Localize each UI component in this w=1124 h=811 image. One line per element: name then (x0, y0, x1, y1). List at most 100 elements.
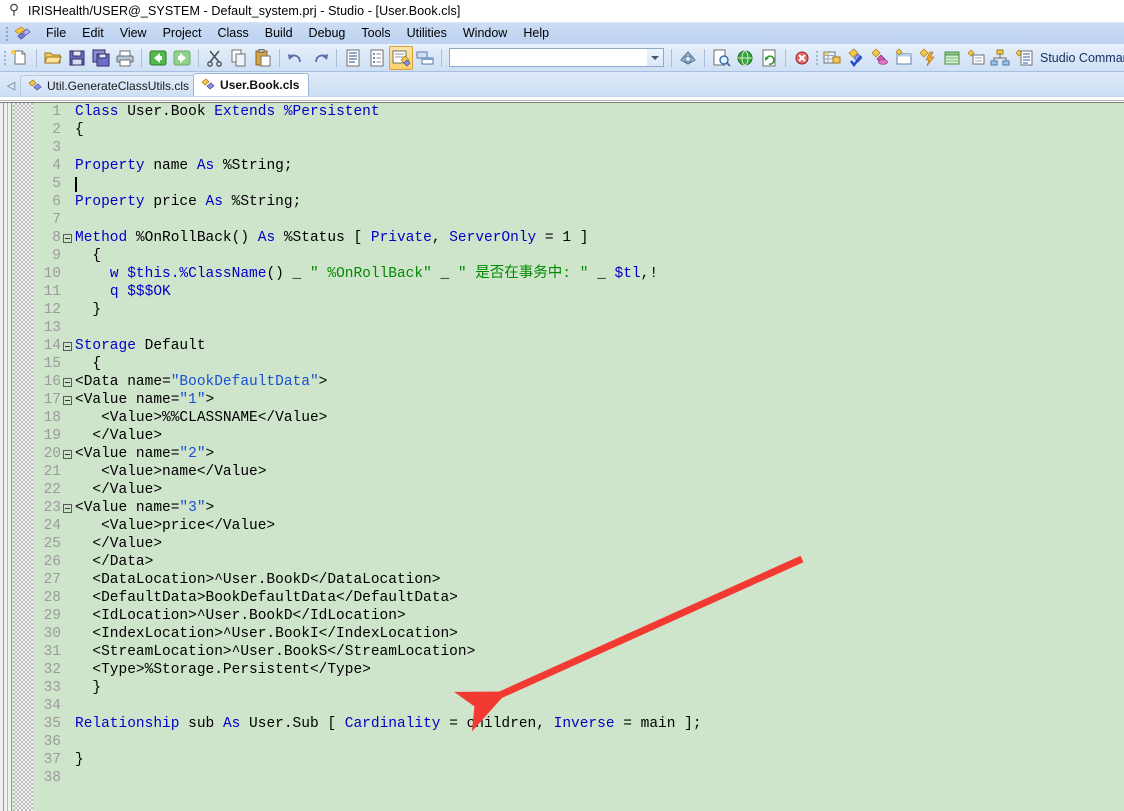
fold-collapse-icon[interactable] (61, 341, 73, 351)
fold-collapse-icon[interactable] (61, 395, 73, 405)
menu-item-project[interactable]: Project (155, 23, 210, 44)
code-line[interactable]: 23 <Value name="3"> (33, 499, 1124, 517)
menu-item-build[interactable]: Build (257, 23, 301, 44)
undo-button[interactable] (284, 46, 308, 70)
chevron-left-icon[interactable]: ◁ (2, 74, 20, 96)
code-navigation-combo[interactable] (449, 48, 664, 67)
sc-hierarchy-button[interactable] (988, 46, 1012, 70)
menu-item-view[interactable]: View (112, 23, 155, 44)
redo-button[interactable] (308, 46, 332, 70)
code-text: <Value>name</Value> (75, 464, 267, 480)
tab-user-book[interactable]: User.Book.cls (193, 73, 310, 96)
sc-field-button[interactable] (964, 46, 988, 70)
sc-delete-button[interactable] (868, 46, 892, 70)
tab-util-generateclassutils[interactable]: Util.GenerateClassUtils.cls (20, 75, 200, 96)
sc-list-button[interactable] (1012, 46, 1036, 70)
code-line[interactable]: 30 <IndexLocation>^User.BookI</IndexLoca… (33, 625, 1124, 643)
menu-item-debug[interactable]: Debug (301, 23, 354, 44)
sc-run-button[interactable] (916, 46, 940, 70)
inspector-button[interactable] (413, 46, 437, 70)
forward-button[interactable] (170, 46, 194, 70)
code-line[interactable]: 25 </Value> (33, 535, 1124, 553)
code-line[interactable]: 11 q $$$OK (33, 283, 1124, 301)
code-line[interactable]: 36 (33, 733, 1124, 751)
code-line[interactable]: 31 <StreamLocation>^User.BookS</StreamLo… (33, 643, 1124, 661)
view-browser-button[interactable] (709, 46, 733, 70)
sc-open-button[interactable] (820, 46, 844, 70)
code-line[interactable]: 6 Property price As %String; (33, 193, 1124, 211)
code-editor[interactable]: 1 Class User.Book Extends %Persistent 2{3 4… (0, 103, 1124, 811)
fold-collapse-icon[interactable] (61, 449, 73, 459)
tab-label: Util.GenerateClassUtils.cls (47, 79, 190, 93)
save-button[interactable] (65, 46, 89, 70)
code-line[interactable]: 15 { (33, 355, 1124, 373)
menu-item-tools[interactable]: Tools (353, 23, 398, 44)
text-cursor (75, 176, 77, 192)
fold-collapse-icon[interactable] (61, 503, 73, 513)
code-line[interactable]: 2{ (33, 121, 1124, 139)
code-line[interactable]: 18 <Value>%%CLASSNAME</Value> (33, 409, 1124, 427)
copy-button[interactable] (227, 46, 251, 70)
back-button[interactable] (146, 46, 170, 70)
code-line[interactable]: 29 <IdLocation>^User.BookD</IdLocation> (33, 607, 1124, 625)
print-button[interactable] (113, 46, 137, 70)
compile-button[interactable] (676, 46, 700, 70)
open-file-button[interactable] (41, 46, 65, 70)
studio-app-icon: ⚲ (8, 3, 20, 18)
code-line[interactable]: 19 </Value> (33, 427, 1124, 445)
code-line[interactable]: 3 (33, 139, 1124, 157)
code-line[interactable]: 27 <DataLocation>^User.BookD</DataLocati… (33, 571, 1124, 589)
code-line[interactable]: 21 <Value>name</Value> (33, 463, 1124, 481)
sc-window-button[interactable] (892, 46, 916, 70)
code-line[interactable]: 32 <Type>%Storage.Persistent</Type> (33, 661, 1124, 679)
view-list-button[interactable] (341, 46, 365, 70)
menu-drag-grip[interactable] (3, 26, 11, 42)
code-line[interactable]: 4 Property name As %String; (33, 157, 1124, 175)
code-line[interactable]: 28 <DefaultData>BookDefaultData</Default… (33, 589, 1124, 607)
code-line[interactable]: 13 (33, 319, 1124, 337)
code-line[interactable]: 12 } (33, 301, 1124, 319)
code-line[interactable]: 17 <Value name="1"> (33, 391, 1124, 409)
code-lines-container[interactable]: 1 Class User.Book Extends %Persistent 2{3 4… (33, 103, 1124, 811)
code-line[interactable]: 10 w $this.%ClassName() _ " %OnRollBack"… (33, 265, 1124, 283)
code-line[interactable]: 8 Method %OnRollBack() As %Status [ Priva… (33, 229, 1124, 247)
code-line[interactable]: 9 { (33, 247, 1124, 265)
view-properties-button[interactable] (365, 46, 389, 70)
menu-item-utilities[interactable]: Utilities (399, 23, 455, 44)
web-page-button[interactable] (733, 46, 757, 70)
sc-check-button[interactable] (844, 46, 868, 70)
refresh-page-button[interactable] (757, 46, 781, 70)
fold-collapse-icon[interactable] (61, 377, 73, 387)
paste-button[interactable] (251, 46, 275, 70)
save-all-button[interactable] (89, 46, 113, 70)
code-line[interactable]: 1 Class User.Book Extends %Persistent (33, 103, 1124, 121)
code-line[interactable]: 35 Relationship sub As User.Sub [ Cardina… (33, 715, 1124, 733)
code-line[interactable]: 34 (33, 697, 1124, 715)
code-line[interactable]: 33 } (33, 679, 1124, 697)
code-line[interactable]: 37} (33, 751, 1124, 769)
code-line[interactable]: 7 (33, 211, 1124, 229)
code-line[interactable]: 20 <Value name="2"> (33, 445, 1124, 463)
class-editor-button[interactable] (389, 45, 413, 70)
new-file-button[interactable] (8, 46, 32, 70)
toolbar-drag-grip-2[interactable] (816, 48, 818, 68)
code-text: <Value name="3"> (75, 500, 215, 516)
code-line[interactable]: 16 <Data name="BookDefaultData"> (33, 373, 1124, 391)
menu-item-help[interactable]: Help (515, 23, 557, 44)
code-line[interactable]: 24 <Value>price</Value> (33, 517, 1124, 535)
chevron-down-icon[interactable] (647, 49, 663, 66)
menu-item-file[interactable]: File (38, 23, 74, 44)
code-line[interactable]: 22 </Value> (33, 481, 1124, 499)
code-line[interactable]: 5 (33, 175, 1124, 193)
menu-item-edit[interactable]: Edit (74, 23, 112, 44)
fold-collapse-icon[interactable] (61, 233, 73, 243)
sc-table-button[interactable] (940, 46, 964, 70)
stop-button[interactable] (790, 46, 814, 70)
cut-button[interactable] (203, 46, 227, 70)
toolbar-drag-grip-1[interactable] (4, 48, 6, 68)
code-line[interactable]: 14 Storage Default (33, 337, 1124, 355)
menu-item-window[interactable]: Window (455, 23, 515, 44)
code-line[interactable]: 26 </Data> (33, 553, 1124, 571)
code-line[interactable]: 38 (33, 769, 1124, 787)
menu-item-class[interactable]: Class (209, 23, 256, 44)
